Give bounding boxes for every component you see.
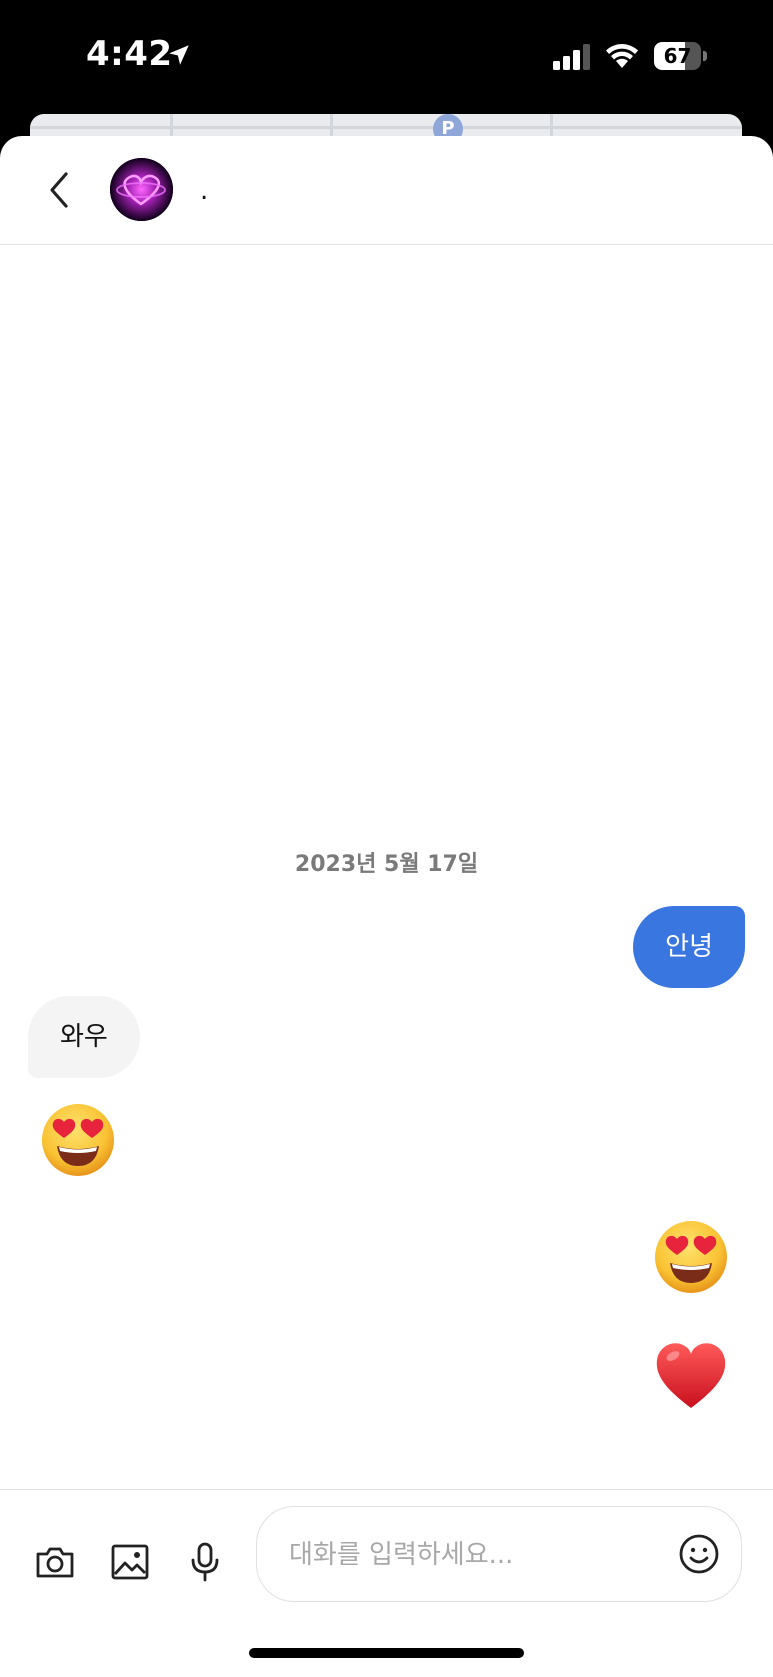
camera-icon[interactable] xyxy=(34,1542,76,1582)
smiley-icon[interactable] xyxy=(678,1533,720,1575)
message-input[interactable] xyxy=(287,1507,651,1603)
status-bar: 4:42 67 xyxy=(0,0,773,116)
battery-body: 67 xyxy=(654,42,701,70)
microphone-icon[interactable] xyxy=(184,1542,226,1582)
incoming-message[interactable]: 와우 xyxy=(28,996,140,1078)
date-separator: 2023년 5월 17일 xyxy=(294,852,479,877)
chat-header: . xyxy=(0,136,773,245)
red-heart-emoji[interactable] xyxy=(653,1336,729,1412)
status-time: 4:42 xyxy=(86,34,173,74)
contact-name[interactable]: . xyxy=(200,176,208,206)
signal-icon xyxy=(553,44,590,70)
location-arrow-icon xyxy=(169,45,189,65)
avatar-image xyxy=(110,158,173,221)
outgoing-message[interactable]: 안녕 xyxy=(633,906,745,988)
battery-icon: 67 xyxy=(654,42,707,70)
home-indicator[interactable] xyxy=(249,1648,524,1658)
heart-eyes-emoji[interactable] xyxy=(653,1219,729,1295)
message-input-box xyxy=(256,1506,742,1603)
battery-cap xyxy=(703,51,707,61)
avatar[interactable] xyxy=(110,158,173,221)
wifi-icon xyxy=(606,44,638,68)
battery-level: 67 xyxy=(663,44,692,68)
map-road xyxy=(30,126,742,129)
chat-sheet: . 2023년 5월 17일 안녕 와우 xyxy=(0,136,773,1677)
heart-eyes-emoji[interactable] xyxy=(40,1102,116,1178)
chevron-left-icon[interactable] xyxy=(42,168,82,212)
image-icon[interactable] xyxy=(109,1542,151,1582)
